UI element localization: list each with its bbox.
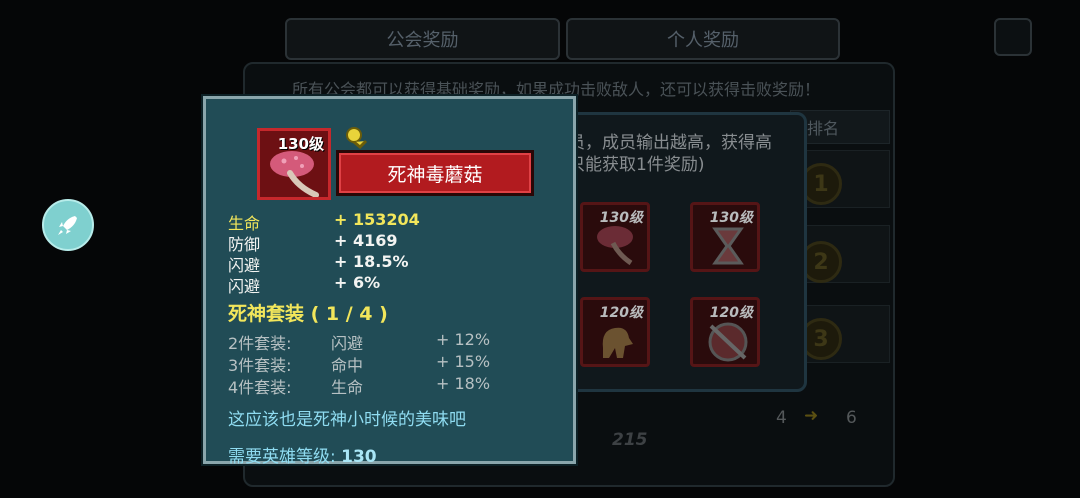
rank-header-label: 排名 — [806, 119, 839, 138]
hourglass-icon — [712, 227, 744, 265]
corner-button[interactable] — [994, 18, 1032, 56]
pin-icon[interactable] — [344, 125, 374, 149]
set-stat: 生命 — [331, 378, 364, 397]
tab-guild-rewards-label: 公会奖励 — [386, 30, 459, 51]
tab-personal-rewards-label: 个人奖励 — [667, 30, 739, 51]
stat-value: + 6% — [334, 273, 381, 292]
arrow-right-icon: ➜ — [804, 406, 819, 426]
stat-value: + 153204 — [334, 210, 420, 229]
tab-personal-rewards[interactable]: 个人奖励 — [566, 18, 840, 60]
item-tooltip: 130级 死神毒蘑菇 生命 + 153204 防御 + 4169 闪避 + 18… — [203, 96, 576, 467]
requirement-value: 130 — [341, 447, 377, 467]
mushroom-icon — [270, 151, 319, 197]
set-pieces: 4件套装: — [228, 378, 292, 397]
set-value: + 15% — [436, 352, 491, 371]
set-stat: 闪避 — [331, 334, 364, 353]
stat-value: + 4169 — [334, 231, 398, 250]
reward-desc-line2: 只能获取1件奖励) — [568, 155, 705, 175]
shield-icon — [708, 322, 748, 362]
bottom-count: 215 — [612, 430, 648, 450]
reward-item-hourglass[interactable]: 130级 — [690, 202, 760, 272]
stat-label: 闪避 — [228, 277, 261, 296]
item-name-banner: 死神毒蘑菇 — [336, 150, 534, 196]
mushroom-icon — [597, 226, 633, 266]
rank-from: 4 — [776, 408, 787, 428]
rocket-button[interactable] — [42, 199, 94, 251]
set-stat: 命中 — [331, 356, 364, 375]
set-value: + 12% — [436, 330, 491, 349]
rank-to: 6 — [846, 408, 857, 428]
set-value: + 18% — [436, 374, 491, 393]
set-title: 死神套装 ( 1 / 4 ) — [228, 303, 388, 325]
rocket-icon — [58, 216, 77, 235]
horse-toy-icon — [602, 327, 633, 358]
level-requirement: 需要英雄等级: 130 — [228, 442, 377, 467]
tab-guild-rewards[interactable]: 公会奖励 — [285, 18, 560, 60]
reward-item-horse-toy[interactable]: 120级 — [580, 297, 650, 367]
set-pieces: 2件套装: — [228, 334, 292, 353]
stat-value: + 18.5% — [334, 252, 409, 271]
requirement-label: 需要英雄等级: — [228, 447, 336, 467]
item-name: 死神毒蘑菇 — [387, 163, 483, 186]
reward-item-shield[interactable]: 120级 — [690, 297, 760, 367]
set-pieces: 3件套装: — [228, 356, 292, 375]
tooltip-item-slot: 130级 — [257, 128, 331, 200]
reward-item-mushroom[interactable]: 130级 — [580, 202, 650, 272]
flavor-text: 这应该也是死神小时候的美味吧 — [228, 410, 466, 430]
